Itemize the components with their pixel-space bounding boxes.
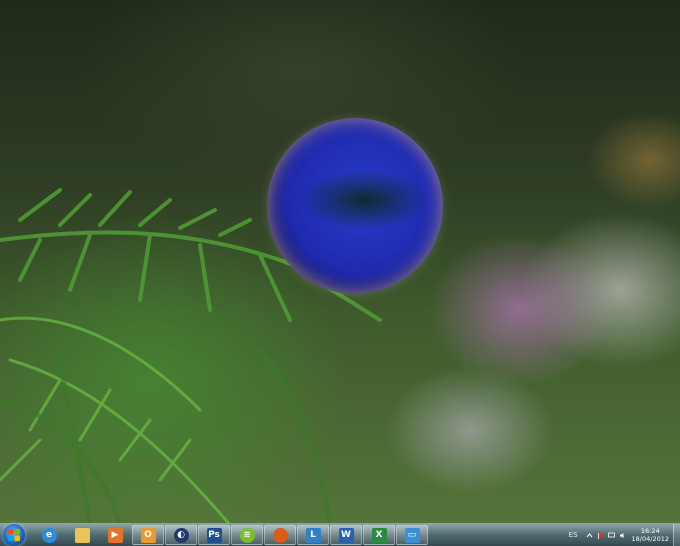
windows-logo-icon	[8, 529, 20, 541]
system-tray: ES 16:24 18/04/2012	[569, 524, 680, 546]
remote-desktop-icon: ▭	[404, 527, 420, 543]
taskbar-excel[interactable]: X	[363, 525, 395, 545]
clock-time: 16:24	[640, 527, 660, 535]
show-hidden-icons-icon[interactable]	[586, 532, 593, 539]
excel-icon: X	[371, 527, 387, 543]
volume-icon[interactable]	[619, 532, 626, 539]
taskbar-explorer[interactable]	[66, 525, 98, 545]
taskbar-photoshop[interactable]: Ps	[198, 525, 230, 545]
taskbar-pinned-apps: e ▶ O ◐ Ps ≋ L W X ▭	[33, 525, 428, 545]
tray-icons	[586, 532, 626, 539]
bubble-reflection	[300, 170, 430, 230]
app-circle-icon: ◐	[173, 527, 189, 543]
taskbar-media-player[interactable]: ▶	[99, 525, 131, 545]
lync-icon: L	[305, 527, 321, 543]
clock[interactable]: 16:24 18/04/2012	[632, 527, 669, 543]
action-center-flag-icon[interactable]	[597, 532, 604, 539]
network-icon[interactable]	[607, 532, 615, 539]
desktop-wallpaper	[0, 0, 680, 523]
clock-date: 18/04/2012	[631, 535, 669, 543]
show-desktop-button[interactable]	[673, 524, 680, 546]
word-icon: W	[338, 527, 354, 543]
taskbar-firefox[interactable]	[264, 525, 296, 545]
start-button[interactable]	[3, 524, 25, 546]
taskbar-ie[interactable]: e	[33, 525, 65, 545]
taskbar-spotify[interactable]: ≋	[231, 525, 263, 545]
taskbar-outlook[interactable]: O	[132, 525, 164, 545]
photoshop-icon: Ps	[206, 527, 222, 543]
taskbar-remote-desktop[interactable]: ▭	[396, 525, 428, 545]
media-player-icon: ▶	[107, 527, 123, 543]
language-indicator[interactable]: ES	[569, 531, 578, 539]
taskbar-app5[interactable]: ◐	[165, 525, 197, 545]
spotify-icon: ≋	[239, 527, 255, 543]
taskbar: e ▶ O ◐ Ps ≋ L W X ▭ ES 16:24 18/04/2012	[0, 523, 680, 546]
outlook-icon: O	[140, 527, 156, 543]
folder-icon	[74, 527, 90, 543]
internet-explorer-icon: e	[41, 527, 57, 543]
taskbar-word[interactable]: W	[330, 525, 362, 545]
firefox-icon	[272, 527, 288, 543]
taskbar-lync[interactable]: L	[297, 525, 329, 545]
